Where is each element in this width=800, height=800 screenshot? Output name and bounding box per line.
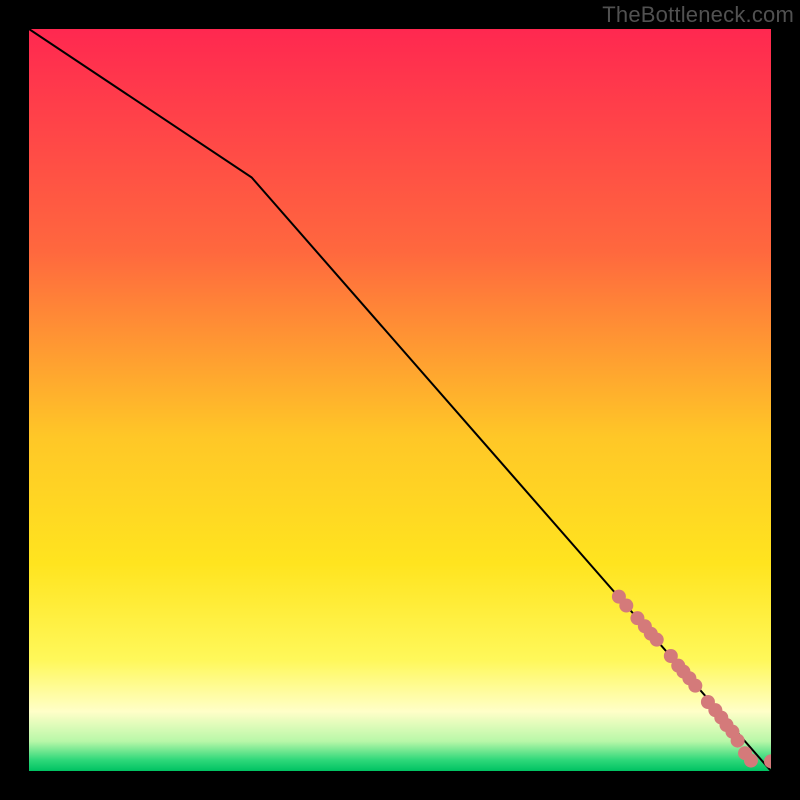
marker-point: [650, 633, 664, 647]
chart-svg: [29, 29, 771, 771]
marker-point: [731, 734, 745, 748]
watermark-text: TheBottleneck.com: [602, 2, 794, 28]
gradient-background: [29, 29, 771, 771]
chart-stage: TheBottleneck.com: [0, 0, 800, 800]
marker-point: [619, 599, 633, 613]
marker-point: [688, 679, 702, 693]
marker-point: [744, 754, 758, 768]
plot-area: [29, 29, 771, 771]
